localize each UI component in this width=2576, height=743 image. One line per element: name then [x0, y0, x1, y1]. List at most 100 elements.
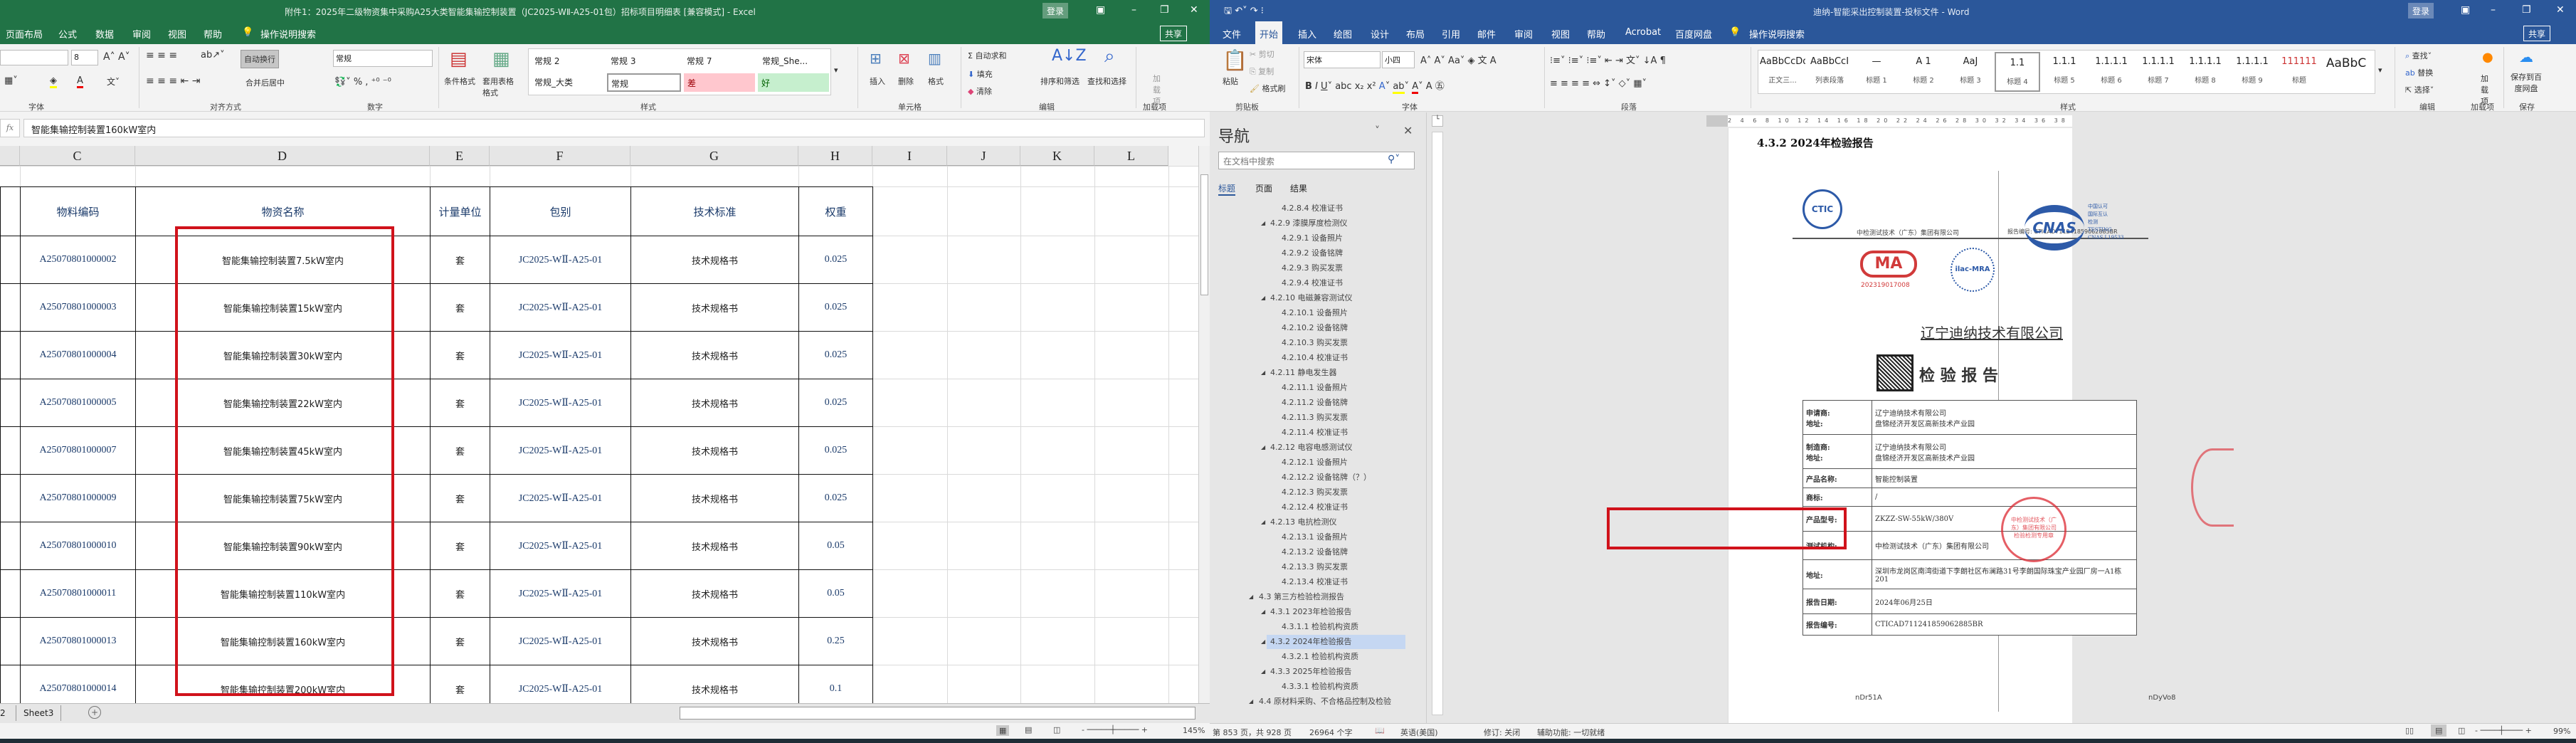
tab-file[interactable]: 文件	[1223, 27, 1241, 41]
nav-heading-item[interactable]: 4.3.1.1 检验机构资质	[1282, 620, 1358, 634]
insert-function-button[interactable]: fx	[0, 119, 20, 137]
cell-unit[interactable]: 套	[430, 236, 490, 284]
cell-b[interactable]	[0, 474, 21, 522]
font-format-icons[interactable]: B I U˅ abc x₂ x² A˅ ab˅ A˅ A ㊄	[1305, 78, 1445, 94]
tab-review[interactable]: 审阅	[132, 27, 151, 41]
proofing-icon[interactable]: 📖	[1375, 726, 1385, 735]
read-mode-icon[interactable]: ▯▯	[2405, 726, 2414, 735]
header-package[interactable]: 包别	[490, 186, 631, 236]
cell-b[interactable]	[0, 665, 21, 703]
cell-b[interactable]	[0, 426, 21, 475]
style-item[interactable]: 1.1.1.1 标题 6	[2089, 52, 2134, 92]
page-layout-view-icon[interactable]: ▤	[1025, 725, 1032, 734]
collapse-triangle-icon[interactable]: ◢	[1249, 594, 1253, 600]
restore-button[interactable]: ❐	[2522, 4, 2531, 16]
style-bad[interactable]: 差	[684, 73, 755, 92]
tab-review[interactable]: 审阅	[1514, 27, 1533, 41]
cell-unit[interactable]: 套	[430, 474, 490, 522]
nav-heading-item[interactable]: 4.2.10.4 校准证书	[1282, 351, 1348, 365]
nav-heading-item[interactable]: 4.2.11.1 设备照片	[1282, 381, 1348, 395]
nav-heading-item[interactable]: 4.2.10 电磁兼容测试仪	[1270, 291, 1352, 305]
page-break-view-icon[interactable]: ◫	[1053, 725, 1060, 734]
sheet-tab-sheet3[interactable]: Sheet3	[16, 705, 62, 721]
nav-heading-item[interactable]: 4.3.3.1 检验机构资质	[1282, 680, 1358, 694]
collapse-triangle-icon[interactable]: ◢	[1249, 698, 1253, 705]
column-header-b[interactable]	[0, 146, 20, 166]
header-material-code[interactable]: 物料编码	[20, 186, 136, 236]
font-size-dropdown[interactable]: 小四	[1382, 51, 1415, 68]
delete-cells-button[interactable]: 删除	[898, 75, 914, 87]
cell-material-code[interactable]: A25070801000013	[20, 617, 136, 665]
font-size-dropdown[interactable]: 8	[71, 50, 98, 65]
cell-weight[interactable]: 0.1	[798, 665, 873, 703]
cut-button[interactable]: ✂ 剪切	[1250, 48, 1274, 60]
tab-design[interactable]: 设计	[1371, 27, 1389, 41]
autosum-button[interactable]: Σ 自动求和	[968, 50, 1006, 61]
tab-help[interactable]: 帮助	[1587, 27, 1605, 41]
nav-options-icon[interactable]: ˅	[1375, 125, 1380, 137]
align-center-icon[interactable]: ≡ ≡ ≡ ⇤ ⇥	[146, 75, 200, 87]
nav-heading-item[interactable]: 4.2.9.2 设备铭牌	[1282, 246, 1343, 260]
border-icon[interactable]: ▦˅	[4, 75, 18, 86]
cell-tech-standard[interactable]: 技术规格书	[630, 379, 799, 427]
column-header-g[interactable]: G	[630, 146, 798, 166]
font-tools-icons[interactable]: A˄ A˅ Aa˅ ◈ 文 A	[1420, 53, 1496, 66]
cell-b[interactable]	[0, 236, 21, 284]
header-tech-standard[interactable]: 技术标准	[630, 186, 799, 236]
excel-login-button[interactable]: 登录	[1042, 3, 1069, 19]
find-select-button[interactable]: 查找和选择	[1087, 75, 1126, 87]
nav-heading-item[interactable]: 4.3.2 2024年检验报告	[1270, 635, 1351, 649]
vertical-scroll-thumb[interactable]	[1200, 174, 1208, 295]
close-button[interactable]: ✕	[2556, 4, 2565, 16]
column-header-c[interactable]: C	[20, 146, 135, 166]
list-icons[interactable]: ⁝≡˅ ⁝≡˅ ⁝≡˅ ⇤ ⇥ 文˅ ↓A ¶	[1550, 53, 1666, 66]
style-item[interactable]: AaBbCcI 列表段落	[1807, 52, 1852, 92]
cell-material-code[interactable]: A25070801000007	[20, 426, 136, 475]
styles-more-icon[interactable]: ▾	[2378, 65, 2382, 75]
normal-view-icon[interactable]: ▦	[996, 725, 1010, 736]
style-item[interactable]: 1.1.1.1 标题 8	[2182, 52, 2228, 92]
cell-weight[interactable]: 0.025	[798, 474, 873, 522]
wrap-text-button[interactable]: 自动换行	[241, 50, 279, 68]
cell-material-code[interactable]: A25070801000002	[20, 236, 136, 284]
nav-tab-results[interactable]: 结果	[1290, 182, 1307, 194]
grow-font-icon[interactable]: A˄ A˅	[103, 51, 130, 63]
nav-heading-item[interactable]: 4.2.11 静电发生器	[1270, 366, 1336, 380]
cell-material-code[interactable]: A25070801000014	[20, 665, 136, 703]
orientation-icon[interactable]: ab↗˅	[201, 50, 225, 60]
nav-heading-item[interactable]: 4.4 原材料采购、不合格品控制及检验	[1259, 695, 1391, 709]
word-share-button[interactable]: 共享	[2523, 26, 2551, 41]
cell-tech-standard[interactable]: 技术规格书	[630, 331, 799, 379]
style-normal-3[interactable]: 常规 3	[611, 55, 635, 67]
nav-heading-item[interactable]: 4.2.13 电抗检测仪	[1270, 515, 1336, 529]
tab-mailings[interactable]: 邮件	[1477, 27, 1496, 41]
cell-unit[interactable]: 套	[430, 379, 490, 427]
cell-unit[interactable]: 套	[430, 283, 490, 332]
collapse-triangle-icon[interactable]: ◢	[1261, 608, 1265, 615]
cell-unit[interactable]: 套	[430, 617, 490, 665]
cell-package[interactable]: JC2025-WⅡ-A25-01	[490, 236, 631, 284]
column-header-l[interactable]: L	[1094, 146, 1168, 166]
cell-unit[interactable]: 套	[430, 522, 490, 570]
select-button[interactable]: ⇱ 选择˅	[2405, 84, 2434, 95]
header-cell-b[interactable]	[0, 186, 21, 236]
sort-filter-button[interactable]: 排序和筛选	[1040, 75, 1080, 87]
clear-button[interactable]: ◆ 清除	[968, 85, 992, 97]
tab-selector[interactable]: └	[1432, 115, 1443, 127]
column-header-j[interactable]: J	[947, 146, 1020, 166]
collapse-triangle-icon[interactable]: ◢	[1261, 638, 1265, 645]
cell-tech-standard[interactable]: 技术规格书	[630, 665, 799, 703]
page-count[interactable]: 第 853 页，共 928 页	[1213, 727, 1292, 738]
style-normal-7[interactable]: 常规 7	[687, 55, 712, 67]
add-sheet-icon[interactable]: +	[88, 706, 101, 719]
minimize-button[interactable]: –	[1131, 4, 1136, 16]
cell-weight[interactable]: 0.025	[798, 426, 873, 475]
cell-weight[interactable]: 0.05	[798, 569, 873, 618]
merge-center-button[interactable]: 合并后居中	[246, 77, 285, 88]
restore-button[interactable]: ❐	[1160, 4, 1169, 16]
sheet-tab-2[interactable]: 2	[0, 708, 6, 718]
font-name-dropdown[interactable]	[0, 50, 68, 65]
cell-package[interactable]: JC2025-WⅡ-A25-01	[490, 665, 631, 703]
column-header-i[interactable]: I	[872, 146, 947, 166]
tab-data[interactable]: 数据	[95, 27, 114, 41]
